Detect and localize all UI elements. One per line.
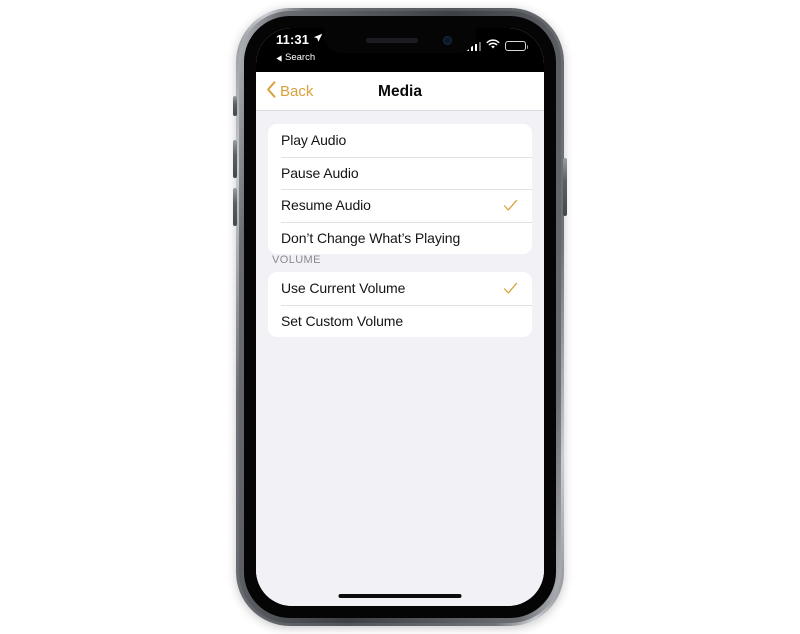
earpiece-speaker-icon — [366, 38, 418, 43]
volume-up-button[interactable] — [233, 140, 237, 178]
navigation-bar: Back Media — [256, 72, 544, 111]
section-header-volume: VOLUME — [272, 254, 321, 266]
triangle-left-icon — [276, 50, 282, 66]
list-item-label: Use Current Volume — [281, 280, 406, 297]
status-time: 11:31 — [276, 31, 310, 47]
list-item[interactable]: Don’t Change What’s Playing — [268, 221, 532, 255]
list-item-label: Don’t Change What’s Playing — [281, 229, 461, 246]
list-item-label: Play Audio — [281, 132, 347, 149]
settings-list: Play Audio Pause Audio Resume Audio Don’… — [256, 111, 544, 606]
home-indicator[interactable] — [338, 593, 462, 598]
phone-device-frame: 11:31 Search Back Media Play Audio Pause… — [236, 8, 564, 626]
screenshot-stage: 11:31 Search Back Media Play Audio Pause… — [0, 0, 800, 634]
status-time-group: 11:31 — [276, 31, 323, 47]
battery-icon — [505, 40, 528, 52]
status-bar-left: 11:31 Search — [276, 31, 323, 66]
list-item-label: Pause Audio — [281, 164, 359, 181]
phone-screen: 11:31 Search Back Media Play Audio Pause… — [256, 28, 544, 606]
list-item[interactable]: Resume Audio — [268, 189, 532, 222]
status-back-label: Search — [285, 52, 316, 64]
checkmark-icon — [503, 281, 518, 296]
front-camera-icon — [443, 36, 452, 45]
phone-notch — [324, 28, 476, 53]
checkmark-icon — [503, 198, 518, 213]
page-title: Media — [378, 82, 422, 100]
status-back-to-app[interactable]: Search — [276, 50, 315, 66]
volume-section: VOLUME Use Current Volume Set Custom Vol… — [256, 254, 544, 337]
mute-switch-button[interactable] — [233, 96, 237, 116]
audio-action-card: Play Audio Pause Audio Resume Audio Don’… — [268, 124, 532, 254]
status-bar-right — [466, 37, 528, 55]
volume-card: Use Current Volume Set Custom Volume — [268, 272, 532, 337]
volume-down-button[interactable] — [233, 188, 237, 226]
wifi-icon — [486, 37, 500, 55]
list-item[interactable]: Set Custom Volume — [268, 304, 532, 338]
location-arrow-icon — [313, 31, 323, 47]
list-item-label: Set Custom Volume — [281, 312, 404, 329]
list-item[interactable]: Pause Audio — [268, 156, 532, 190]
list-item[interactable]: Use Current Volume — [268, 272, 532, 305]
list-item[interactable]: Play Audio — [268, 124, 532, 157]
list-item-label: Resume Audio — [281, 197, 371, 214]
power-button[interactable] — [563, 158, 567, 216]
